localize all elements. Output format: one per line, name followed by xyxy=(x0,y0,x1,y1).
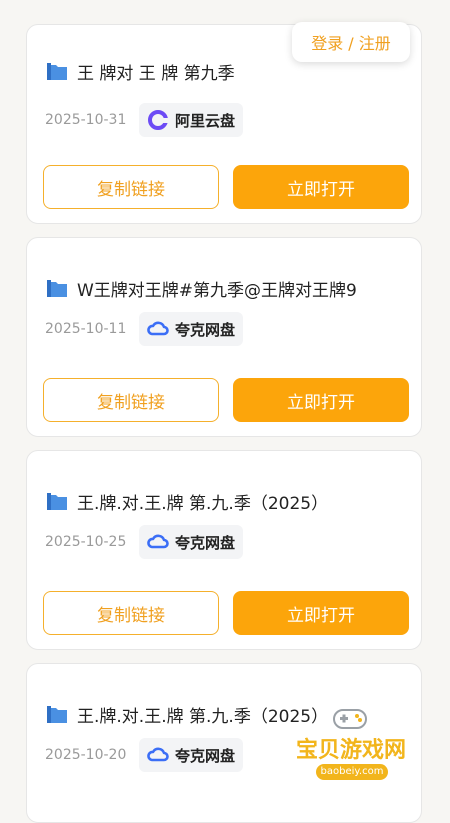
copy-link-button[interactable]: 复制链接 xyxy=(43,378,219,422)
quark-drive-icon xyxy=(147,747,169,762)
card-date: 2025-10-25 xyxy=(45,534,127,550)
open-now-button[interactable]: 立即打开 xyxy=(233,591,409,635)
card-title: W王牌对王牌#第九季@王牌对王牌9 xyxy=(77,281,357,301)
card-title: 王 牌对 王 牌 第九季 xyxy=(77,64,235,84)
provider-name: 夸克网盘 xyxy=(175,320,236,339)
provider-badge: 夸克网盘 xyxy=(139,525,244,559)
folder-icon xyxy=(47,280,67,297)
card-date: 2025-10-31 xyxy=(45,112,127,128)
gamepad-icon xyxy=(333,709,367,729)
quark-drive-icon xyxy=(147,534,169,549)
login-register-button[interactable]: 登录 / 注册 xyxy=(292,22,410,62)
open-now-button[interactable]: 立即打开 xyxy=(233,378,409,422)
folder-icon xyxy=(47,706,67,723)
site-watermark: 宝贝游戏网 baobeiy.com xyxy=(276,702,426,788)
open-now-button[interactable]: 立即打开 xyxy=(233,165,409,209)
watermark-url: baobeiy.com xyxy=(316,764,388,780)
copy-link-button[interactable]: 复制链接 xyxy=(43,591,219,635)
provider-name: 夸克网盘 xyxy=(175,746,236,765)
card-date: 2025-10-20 xyxy=(45,747,127,763)
provider-badge: 夸克网盘 xyxy=(139,312,244,346)
resource-card: 王.牌.对.王.牌 第.九.季（2025） 2025-10-25 夸克网盘 复制… xyxy=(26,450,422,650)
card-date: 2025-10-11 xyxy=(45,321,127,337)
folder-icon xyxy=(47,493,67,510)
card-title: 王.牌.对.王.牌 第.九.季（2025） xyxy=(77,494,329,514)
provider-badge: 阿里云盘 xyxy=(139,103,244,137)
copy-link-button[interactable]: 复制链接 xyxy=(43,165,219,209)
folder-icon xyxy=(47,63,67,80)
aliyun-drive-icon xyxy=(148,110,169,130)
provider-name: 阿里云盘 xyxy=(175,111,236,130)
provider-badge: 夸克网盘 xyxy=(139,738,244,772)
resource-card: W王牌对王牌#第九季@王牌对王牌9 2025-10-11 夸克网盘 复制链接 立… xyxy=(26,237,422,437)
provider-name: 夸克网盘 xyxy=(175,533,236,552)
watermark-text: 宝贝游戏网 xyxy=(295,738,406,763)
quark-drive-icon xyxy=(147,321,169,336)
